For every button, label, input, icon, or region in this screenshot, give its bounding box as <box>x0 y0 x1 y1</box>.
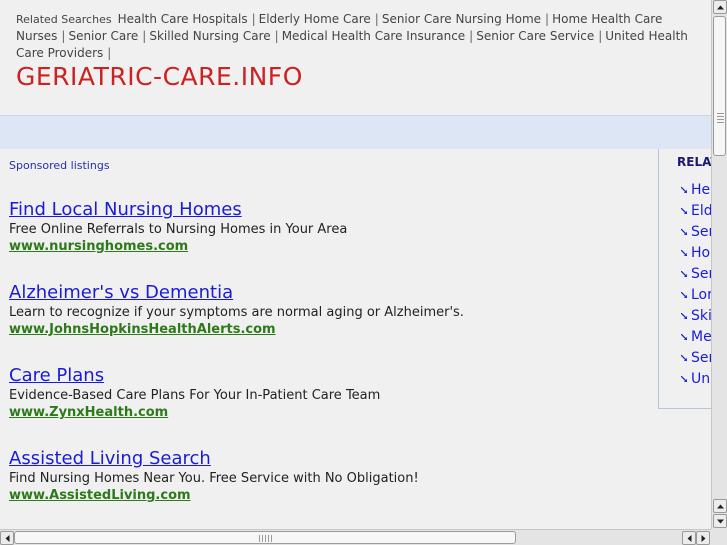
arrow-icon <box>681 271 687 277</box>
ad-title-link[interactable]: Alzheimer's vs Dementia <box>9 282 649 304</box>
arrow-down-icon <box>717 519 724 524</box>
separator: | <box>142 29 147 43</box>
vertical-scroll-thumb[interactable] <box>713 16 726 156</box>
sidebar-item-label: Hor <box>691 245 711 261</box>
sponsored-listings-label: Sponsored listings <box>9 159 110 172</box>
arrow-icon <box>681 313 687 319</box>
sidebar-item[interactable]: Ser <box>681 266 711 282</box>
separator: | <box>469 29 474 43</box>
arrow-left-icon <box>5 535 10 542</box>
ad-title-link[interactable]: Assisted Living Search <box>9 448 649 470</box>
sidebar-item-label: Ser <box>691 350 711 366</box>
ad-listing: Find Local Nursing Homes Free Online Ref… <box>9 199 649 255</box>
separator: | <box>107 46 112 60</box>
sidebar-item[interactable]: Mec <box>681 329 711 345</box>
ad-title-link[interactable]: Find Local Nursing Homes <box>9 199 649 221</box>
arrow-icon <box>681 250 687 256</box>
related-link-skilled-nursing-care[interactable]: Skilled Nursing Care <box>149 29 270 43</box>
sidebar-item[interactable]: Hea <box>681 182 711 198</box>
ad-description: Evidence-Based Care Plans For Your In-Pa… <box>9 388 381 403</box>
horizontal-scrollbar[interactable] <box>0 529 711 545</box>
horizontal-scroll-thumb[interactable] <box>14 531 516 544</box>
arrow-up-icon <box>717 5 724 10</box>
sidebar-item[interactable]: Ser <box>681 350 711 366</box>
related-link-senior-care-service[interactable]: Senior Care Service <box>476 29 594 43</box>
ad-url-link[interactable]: www.AssistedLiving.com <box>9 487 649 504</box>
ad-url-link[interactable]: www.ZynxHealth.com <box>9 404 649 421</box>
scrollbar-corner <box>711 529 727 545</box>
sidebar-item-label: Uni <box>691 371 711 387</box>
separator: | <box>274 29 279 43</box>
sidebar-item[interactable]: Ser <box>681 224 711 240</box>
related-link-senior-care-nursing-home[interactable]: Senior Care Nursing Home <box>382 12 541 26</box>
sidebar-item[interactable]: Eld <box>681 203 711 219</box>
sidebar-item-label: Lor <box>691 287 711 303</box>
ad-listing: Care Plans Evidence-Based Care Plans For… <box>9 365 649 421</box>
related-searches-label: Related Searches <box>16 13 112 26</box>
scroll-down-button[interactable] <box>713 514 727 528</box>
site-title[interactable]: GERIATRIC-CARE.INFO <box>16 62 303 91</box>
scroll-up-button[interactable] <box>713 0 727 14</box>
arrow-right-icon <box>701 535 706 542</box>
ad-url-link[interactable]: www.nursinghomes.com <box>9 238 649 255</box>
sidebar-item-label: Ski <box>691 308 711 324</box>
sidebar-item[interactable]: Uni <box>681 371 711 387</box>
related-link-elderly-home-care[interactable]: Elderly Home Care <box>259 12 371 26</box>
sidebar-heading: RELAT <box>677 155 711 169</box>
sidebar-item-label: Eld <box>691 203 711 219</box>
scroll-left-button-right[interactable] <box>682 531 696 545</box>
ad-listing: Assisted Living Search Find Nursing Home… <box>9 448 649 504</box>
related-link-medical-health-care-insurance[interactable]: Medical Health Care Insurance <box>282 29 465 43</box>
header-band <box>0 115 711 149</box>
arrow-left-icon <box>687 535 692 542</box>
sidebar-item[interactable]: Hor <box>681 245 711 261</box>
separator: | <box>598 29 603 43</box>
sidebar-item[interactable]: Ski <box>681 308 711 324</box>
ad-description: Learn to recognize if your symptoms are … <box>9 305 464 320</box>
grip-icon <box>717 113 724 123</box>
scroll-up-button-bottom[interactable] <box>713 499 727 513</box>
separator: | <box>374 12 379 26</box>
arrow-icon <box>681 334 687 340</box>
ad-description: Free Online Referrals to Nursing Homes i… <box>9 222 348 237</box>
vertical-scrollbar[interactable] <box>711 0 727 529</box>
page-viewport: Related Searches Health Care Hospitals | El… <box>0 0 711 529</box>
ad-title-link[interactable]: Care Plans <box>9 365 649 387</box>
arrow-icon <box>681 208 687 214</box>
sidebar-item[interactable]: Lor <box>681 287 711 303</box>
separator: | <box>251 12 256 26</box>
related-link-health-care-hospitals[interactable]: Health Care Hospitals <box>118 12 248 26</box>
arrow-icon <box>681 376 687 382</box>
sidebar-item-label: Ser <box>691 266 711 282</box>
arrow-icon <box>681 229 687 235</box>
arrow-icon <box>681 187 687 193</box>
sidebar-item-label: Ser <box>691 224 711 240</box>
scroll-right-button[interactable] <box>696 531 710 545</box>
scroll-left-button[interactable] <box>0 531 14 545</box>
arrow-icon <box>681 292 687 298</box>
ad-listing: Alzheimer's vs Dementia Learn to recogni… <box>9 282 649 338</box>
separator: | <box>61 29 66 43</box>
grip-icon <box>259 535 273 542</box>
separator: | <box>545 12 550 26</box>
ad-description: Find Nursing Homes Near You. Free Servic… <box>9 471 419 486</box>
arrow-icon <box>681 355 687 361</box>
related-link-senior-care[interactable]: Senior Care <box>68 29 138 43</box>
related-searches-bar: Related Searches Health Care Hospitals | El… <box>16 11 711 62</box>
sidebar-item-label: Hea <box>691 182 711 198</box>
related-sidebar: RELAT Hea Eld Ser Hor Ser Lor Ski Mec Se… <box>658 149 711 409</box>
ad-url-link[interactable]: www.JohnsHopkinsHealthAlerts.com <box>9 321 649 338</box>
arrow-up-icon <box>717 504 724 509</box>
sidebar-item-label: Mec <box>691 329 711 345</box>
